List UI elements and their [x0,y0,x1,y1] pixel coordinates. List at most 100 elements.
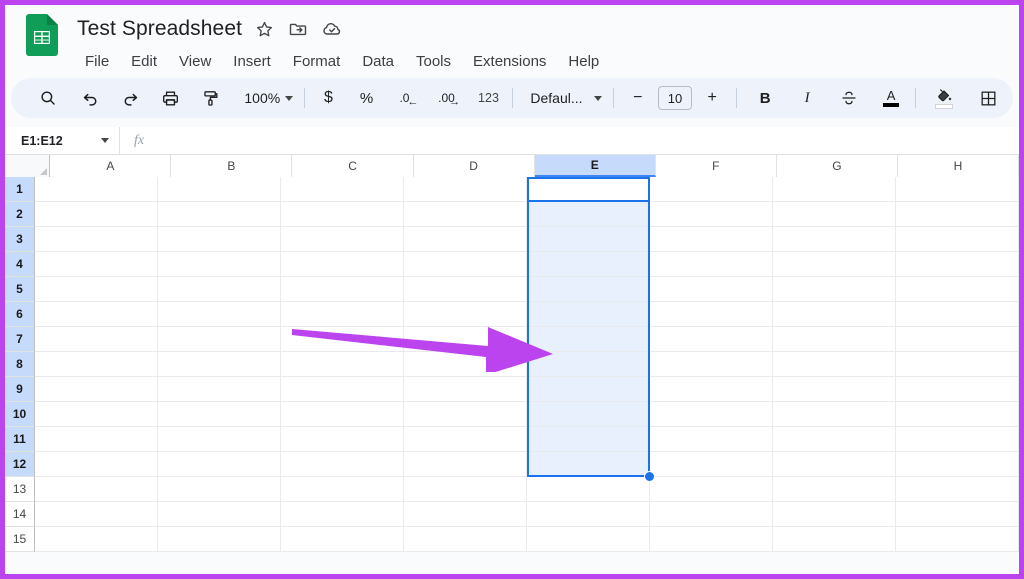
column-header-e[interactable]: E [535,155,656,177]
fill-color-button[interactable] [929,83,959,113]
cell-F9[interactable] [650,377,773,402]
column-header-g[interactable]: G [777,155,898,177]
cell-F12[interactable] [650,452,773,477]
cell-A7[interactable] [35,327,158,352]
cell-A14[interactable] [35,502,158,527]
column-header-c[interactable]: C [292,155,413,177]
cell-B3[interactable] [158,227,281,252]
cell-B15[interactable] [158,527,281,552]
cell-E7[interactable] [527,327,650,352]
row-header-8[interactable]: 8 [5,352,34,377]
cell-E14[interactable] [527,502,650,527]
column-header-f[interactable]: F [656,155,777,177]
cell-H6[interactable] [896,302,1019,327]
page-title[interactable]: Test Spreadsheet [77,17,242,41]
cell-E12[interactable] [527,452,650,477]
column-header-h[interactable]: H [898,155,1019,177]
cell-E1[interactable] [527,177,650,202]
menu-data[interactable]: Data [356,51,400,72]
cell-H8[interactable] [896,352,1019,377]
cell-B2[interactable] [158,202,281,227]
cell-A9[interactable] [35,377,158,402]
cell-F1[interactable] [650,177,773,202]
search-icon[interactable] [33,83,63,113]
menu-format[interactable]: Format [287,51,347,72]
column-header-a[interactable]: A [50,155,171,177]
menu-file[interactable]: File [79,51,115,72]
cell-H10[interactable] [896,402,1019,427]
cell-E6[interactable] [527,302,650,327]
column-header-d[interactable]: D [414,155,535,177]
cell-C11[interactable] [281,427,404,452]
row-header-6[interactable]: 6 [5,302,34,327]
cell-C9[interactable] [281,377,404,402]
cell-B4[interactable] [158,252,281,277]
cell-G3[interactable] [773,227,896,252]
cell-B14[interactable] [158,502,281,527]
cell-F11[interactable] [650,427,773,452]
cell-D8[interactable] [404,352,527,377]
cell-D5[interactable] [404,277,527,302]
cell-E3[interactable] [527,227,650,252]
cell-F3[interactable] [650,227,773,252]
cell-G4[interactable] [773,252,896,277]
cell-C1[interactable] [281,177,404,202]
borders-button[interactable] [973,83,1003,113]
cell-D14[interactable] [404,502,527,527]
cell-G6[interactable] [773,302,896,327]
cell-G14[interactable] [773,502,896,527]
cell-A13[interactable] [35,477,158,502]
select-all-corner[interactable] [5,155,50,177]
cell-A1[interactable] [35,177,158,202]
star-icon[interactable] [252,17,276,41]
cell-D2[interactable] [404,202,527,227]
redo-icon[interactable] [115,83,145,113]
cell-C5[interactable] [281,277,404,302]
cell-F15[interactable] [650,527,773,552]
column-header-b[interactable]: B [171,155,292,177]
menu-edit[interactable]: Edit [125,51,163,72]
cell-C12[interactable] [281,452,404,477]
row-header-3[interactable]: 3 [5,227,34,252]
menu-view[interactable]: View [173,51,217,72]
cell-D9[interactable] [404,377,527,402]
cell-G7[interactable] [773,327,896,352]
paint-format-icon[interactable] [195,83,225,113]
cell-G2[interactable] [773,202,896,227]
cell-C10[interactable] [281,402,404,427]
cell-C14[interactable] [281,502,404,527]
cell-G9[interactable] [773,377,896,402]
row-header-11[interactable]: 11 [5,427,34,452]
cell-H15[interactable] [896,527,1019,552]
cell-G8[interactable] [773,352,896,377]
cell-D12[interactable] [404,452,527,477]
name-box[interactable]: E1:E12 [5,127,120,154]
cell-G12[interactable] [773,452,896,477]
menu-insert[interactable]: Insert [227,51,277,72]
cell-B5[interactable] [158,277,281,302]
cell-C7[interactable] [281,327,404,352]
cell-F8[interactable] [650,352,773,377]
row-header-4[interactable]: 4 [5,252,34,277]
cell-B13[interactable] [158,477,281,502]
cell-B12[interactable] [158,452,281,477]
strikethrough-button[interactable] [834,83,864,113]
cell-A5[interactable] [35,277,158,302]
cell-C2[interactable] [281,202,404,227]
row-header-10[interactable]: 10 [5,402,34,427]
cell-F13[interactable] [650,477,773,502]
cell-F2[interactable] [650,202,773,227]
row-header-1[interactable]: 1 [5,177,34,202]
currency-format-button[interactable]: $ [313,83,343,113]
cell-A4[interactable] [35,252,158,277]
cell-A11[interactable] [35,427,158,452]
cell-G15[interactable] [773,527,896,552]
cell-G13[interactable] [773,477,896,502]
cell-C6[interactable] [281,302,404,327]
cell-H12[interactable] [896,452,1019,477]
cell-D4[interactable] [404,252,527,277]
cell-H7[interactable] [896,327,1019,352]
cell-E10[interactable] [527,402,650,427]
cell-C4[interactable] [281,252,404,277]
row-header-13[interactable]: 13 [5,477,34,502]
